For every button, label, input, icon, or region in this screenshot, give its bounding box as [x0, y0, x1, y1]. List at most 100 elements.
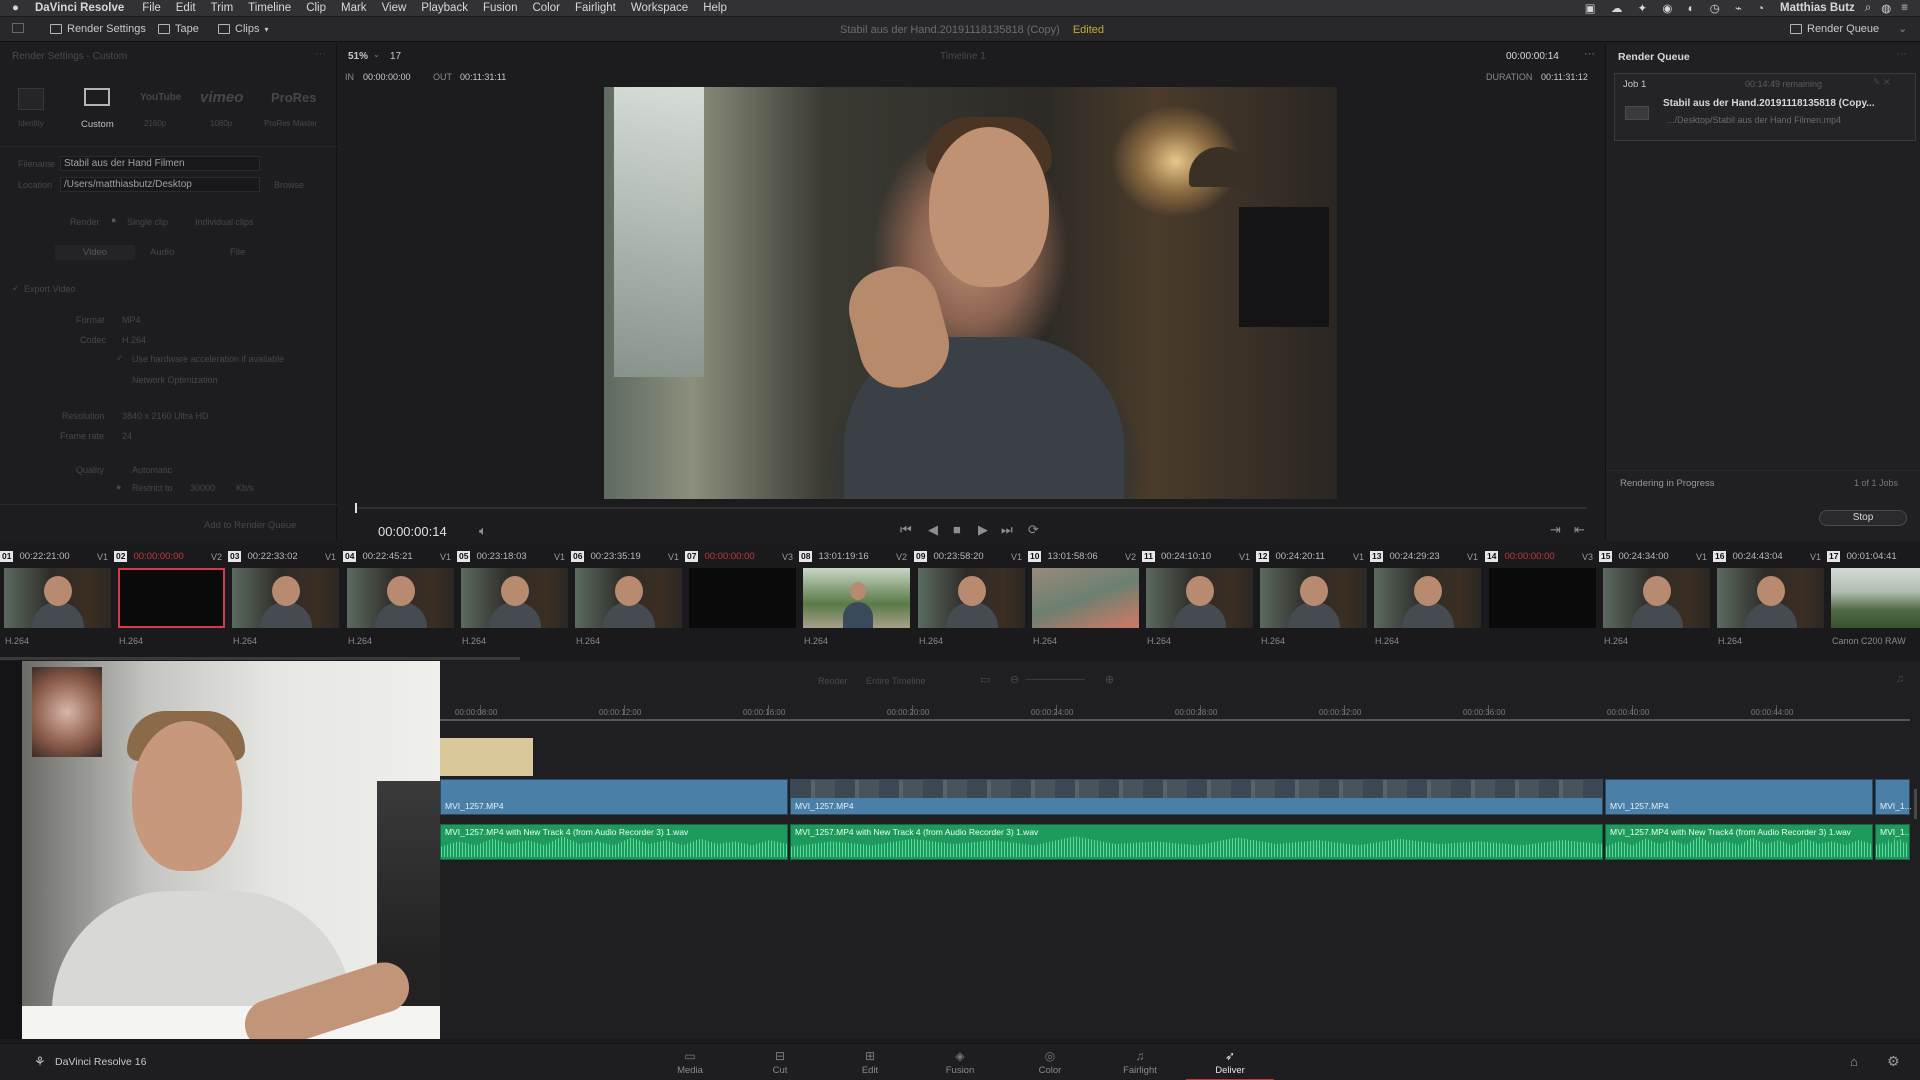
restrict-radio[interactable]: ●	[116, 482, 121, 492]
viewer-options-icon[interactable]: ···	[1584, 48, 1595, 60]
resolution-select[interactable]: 3840 x 2160 Ultra HD	[122, 411, 209, 421]
render-settings-button[interactable]: Render Settings	[50, 23, 146, 35]
clip-thumbnail-item[interactable]: 17 00:01:04:41 Canon C200 RAW	[1827, 550, 1920, 655]
clip-thumbnail-item[interactable]: 13 00:24:29:23 V1 H.264	[1370, 550, 1484, 655]
step-back-icon[interactable]: ◀	[928, 522, 938, 538]
preset-youtube[interactable]: YouTube	[140, 92, 181, 103]
audio-clip[interactable]: MVI_1257.MP4 with New Track 4 (from Audi…	[440, 824, 788, 860]
menu-item-color[interactable]: Color	[532, 2, 559, 14]
page-tab-color[interactable]: ◎ Color	[1006, 1044, 1094, 1080]
timeline-scrollbar[interactable]	[1914, 789, 1917, 819]
audio-clip[interactable]: MVI_1...	[1875, 824, 1910, 860]
clip-thumbnail-item[interactable]: 02 00:00:00:00 V2 H.264	[114, 550, 228, 655]
queue-collapse-icon[interactable]: ⌄	[1898, 22, 1907, 35]
preset-custom[interactable]	[84, 88, 110, 106]
quality-value[interactable]: Automatic	[132, 465, 172, 475]
timeline-options-icon[interactable]: ♫	[1896, 673, 1904, 685]
mark-in-icon[interactable]: ⇥	[1550, 522, 1561, 538]
hw-accel-checkbox[interactable]: ✓	[116, 353, 124, 364]
spotlight-icon[interactable]: ⌕	[1865, 2, 1871, 15]
clip-thumbnail-item[interactable]: 12 00:24:20:11 V1 H.264	[1256, 550, 1370, 655]
clip-thumbnail-item[interactable]: 01 00:22:21:00 V1 H.264	[0, 550, 114, 655]
zoom-in-icon[interactable]: ⊕	[1105, 673, 1114, 686]
page-tab-cut[interactable]: ⊟ Cut	[736, 1044, 824, 1080]
clips-button[interactable]: Clips ▾	[218, 23, 268, 35]
clip-thumbnail-item[interactable]: 15 00:24:34:00 V1 H.264	[1599, 550, 1713, 655]
app-menu[interactable]: DaVinci Resolve	[35, 2, 124, 14]
preset-prores[interactable]: ProRes	[271, 90, 317, 105]
restrict-input[interactable]: 30000	[190, 483, 215, 493]
job-card[interactable]: Job 1 00:14:49 remaining ✎ ✕ Stabil aus …	[1614, 73, 1916, 141]
menu-item-timeline[interactable]: Timeline	[248, 2, 291, 14]
audio-clip[interactable]: MVI_1257.MP4 with New Track4 (from Audio…	[1605, 824, 1873, 860]
clip-thumbnail-item[interactable]: 16 00:24:43:04 V1 H.264	[1713, 550, 1827, 655]
format-select[interactable]: MP4	[122, 315, 141, 325]
zoom-select[interactable]: 51%	[348, 51, 368, 62]
preset-vimeo[interactable]: vimeo	[200, 89, 243, 106]
zoom-out-icon[interactable]: ⊖	[1010, 673, 1019, 686]
user-name[interactable]: Matthias Butz	[1780, 2, 1855, 14]
single-clip-radio[interactable]: ●	[111, 215, 116, 225]
zoom-slider[interactable]	[1025, 679, 1085, 680]
video-clip[interactable]: MVI_1257.MP4	[440, 779, 788, 815]
menu-item-trim[interactable]: Trim	[211, 2, 234, 14]
skip-to-start-icon[interactable]: ⏮︎	[900, 522, 912, 538]
preset-custom-left[interactable]	[18, 88, 44, 110]
add-to-render-queue-button[interactable]: Add to Render Queue	[204, 520, 296, 531]
control-center-icon[interactable]: ≡	[1901, 2, 1908, 14]
siri-icon[interactable]: ◍	[1881, 1, 1891, 15]
clip-thumbnail-item[interactable]: 10 13:01:58:06 V2 H.264	[1028, 550, 1142, 655]
clip-thumbnail-item[interactable]: 11 00:24:10:10 V1 H.264	[1142, 550, 1256, 655]
volume-icon[interactable]: 🔈︎	[479, 523, 487, 539]
clip-thumbnail-item[interactable]: 05 00:23:18:03 V1 H.264	[457, 550, 571, 655]
stop-button[interactable]: Stop	[1819, 510, 1907, 526]
timeline-name[interactable]: Timeline 1	[940, 51, 986, 62]
render-range-select[interactable]: Entire Timeline	[866, 676, 926, 686]
page-tab-fusion[interactable]: ◈ Fusion	[916, 1044, 1004, 1080]
menu-item-clip[interactable]: Clip	[306, 2, 326, 14]
mark-out-icon[interactable]: ⇤	[1574, 522, 1585, 538]
settings-gear-icon[interactable]: ⚙	[1887, 1053, 1900, 1070]
title-clip[interactable]	[440, 738, 533, 776]
network-opt-label[interactable]: Network Optimization	[132, 375, 218, 385]
job-edit-icon[interactable]: ✎ ✕	[1873, 77, 1891, 88]
clip-thumbnail-item[interactable]: 06 00:23:35:19 V1 H.264	[571, 550, 685, 655]
home-icon[interactable]: ⌂	[1850, 1054, 1858, 1069]
page-tab-fairlight[interactable]: ♫ Fairlight	[1096, 1044, 1184, 1080]
location-input[interactable]: /Users/matthiasbutz/Desktop	[60, 177, 260, 192]
panel-options-icon[interactable]: ···	[315, 48, 326, 60]
menu-item-mark[interactable]: Mark	[341, 2, 367, 14]
render-queue-button[interactable]: Render Queue	[1790, 23, 1879, 35]
browse-button[interactable]: Browse	[274, 180, 304, 190]
clip-thumbnail-item[interactable]: 03 00:22:33:02 V1 H.264	[228, 550, 342, 655]
timeline-view-icon[interactable]: ▭	[980, 673, 990, 686]
playhead[interactable]	[355, 503, 357, 513]
video-clip[interactable]: MVI_1...	[1875, 779, 1912, 815]
apple-icon[interactable]: ●	[12, 2, 19, 14]
video-clip[interactable]: MVI_1257.MP4	[1605, 779, 1873, 815]
individual-clips-label[interactable]: Individual clips	[195, 217, 254, 227]
tab-video[interactable]: Video	[55, 245, 135, 260]
page-tab-deliver[interactable]: ➶ Deliver	[1186, 1044, 1274, 1080]
tape-button[interactable]: Tape	[158, 23, 199, 35]
menu-item-fairlight[interactable]: Fairlight	[575, 2, 616, 14]
clip-strip-scrollbar[interactable]	[0, 657, 520, 660]
filename-input[interactable]: Stabil aus der Hand Filmen	[60, 156, 260, 171]
sidebar-toggle-icon[interactable]	[12, 23, 24, 33]
video-clip[interactable]: MVI_1257.MP4	[790, 779, 1603, 815]
tab-audio[interactable]: Audio	[150, 247, 174, 258]
menu-item-playback[interactable]: Playback	[421, 2, 468, 14]
clip-thumbnail-item[interactable]: 14 00:00:00:00 V3	[1485, 550, 1599, 655]
tab-file[interactable]: File	[230, 247, 245, 258]
menu-item-view[interactable]: View	[382, 2, 407, 14]
export-video-checkbox[interactable]: ✓	[12, 283, 20, 294]
clip-thumbnail-item[interactable]: 09 00:23:58:20 V1 H.264	[914, 550, 1028, 655]
codec-select[interactable]: H.264	[122, 335, 146, 345]
menu-item-workspace[interactable]: Workspace	[631, 2, 688, 14]
scrubber-bar[interactable]	[355, 507, 1587, 509]
page-tab-edit[interactable]: ⊞ Edit	[826, 1044, 914, 1080]
page-tab-media[interactable]: ▭ Media	[646, 1044, 734, 1080]
framerate-select[interactable]: 24	[122, 431, 132, 441]
stop-icon[interactable]: ■	[953, 522, 961, 537]
queue-options-icon[interactable]: ···	[1896, 48, 1907, 60]
